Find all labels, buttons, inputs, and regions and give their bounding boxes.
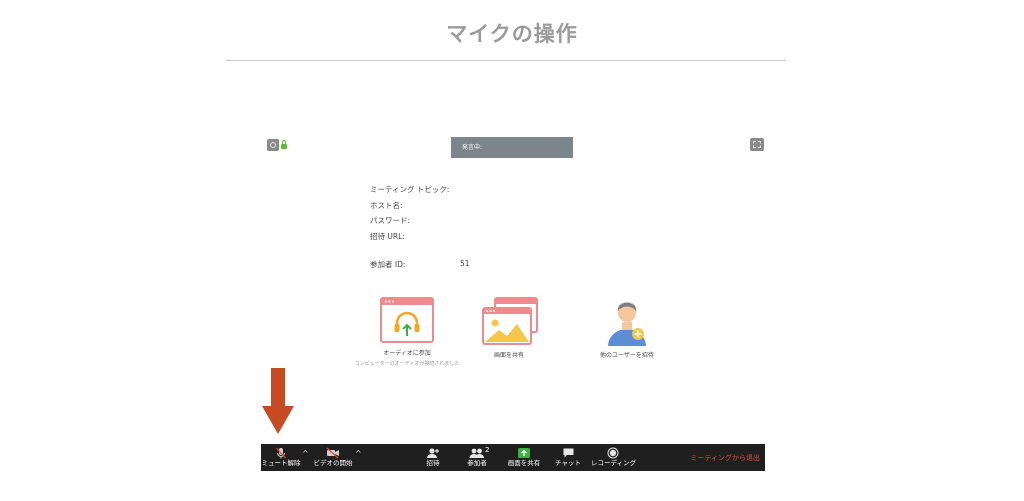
- fullscreen-icon[interactable]: [750, 138, 764, 151]
- info-icon[interactable]: [267, 139, 279, 151]
- topic-label: ミーティング トピック:: [370, 185, 450, 194]
- start-video-button[interactable]: ビデオの開始: [312, 444, 354, 471]
- invite-url-label: 招待 URL:: [370, 231, 405, 241]
- zoom-meeting-window: 発言中: ミーティング トピック: ホスト名: パスワード: 招待 URL: 参…: [261, 132, 765, 472]
- host-label: ホスト名:: [370, 200, 403, 210]
- password-label: パスワード:: [370, 216, 411, 225]
- chat-button[interactable]: チャット: [553, 444, 583, 471]
- share-arrow-icon: [518, 448, 530, 458]
- start-video-label: ビデオの開始: [313, 459, 353, 467]
- invite-icon: [427, 448, 439, 458]
- participant-id-value: 51: [460, 259, 470, 268]
- headphones-icon: [380, 297, 434, 343]
- participants-icon: [469, 448, 484, 458]
- record-icon: [607, 447, 619, 459]
- leave-meeting-button[interactable]: ミーティングから退出: [690, 453, 760, 463]
- title-divider: [226, 60, 786, 61]
- invite-others-label: 他のユーザーを招待: [600, 352, 654, 359]
- participants-label: 参加者: [467, 459, 487, 467]
- audio-options-chevron-up-icon[interactable]: ^: [302, 449, 309, 458]
- video-options-chevron-up-icon[interactable]: ^: [355, 449, 362, 458]
- invite-label: 招待: [426, 459, 440, 467]
- recording-button[interactable]: レコーディング: [591, 444, 637, 471]
- recording-label: レコーディング: [591, 459, 637, 467]
- speaking-indicator: 発言中:: [451, 137, 573, 158]
- join-audio-label: オーディオに参加: [383, 350, 431, 357]
- share-screen-icon: [482, 297, 538, 345]
- participants-count: 2: [485, 446, 490, 454]
- chat-label: チャット: [555, 459, 581, 467]
- add-user-icon: [608, 302, 646, 346]
- lock-icon: [281, 140, 287, 149]
- participant-id-label: 参加者 ID:: [370, 260, 406, 269]
- video-off-icon: [326, 447, 339, 459]
- share-screen-label: 画面を共有: [493, 352, 524, 359]
- mic-muted-icon: [276, 447, 286, 459]
- meeting-info: ミーティング トピック: ホスト名: パスワード: 招待 URL:: [370, 182, 449, 244]
- audio-connected-note: コンピューターのオーディオが接続されました: [354, 361, 460, 367]
- invite-others-tile[interactable]: 他のユーザーを招待: [585, 296, 669, 359]
- chat-icon: [563, 448, 573, 458]
- invite-button[interactable]: 招待: [421, 444, 445, 471]
- share-screen-button[interactable]: 画面を共有: [507, 444, 541, 471]
- down-arrow-icon: [262, 368, 294, 434]
- page-title: マイクの操作: [446, 22, 578, 46]
- share-screen-tile[interactable]: 画面を共有: [473, 296, 545, 359]
- unmute-button[interactable]: ミュート解除: [261, 444, 301, 471]
- share-screen-toolbar-label: 画面を共有: [507, 459, 541, 467]
- unmute-label: ミュート解除: [261, 459, 301, 467]
- join-audio-tile[interactable]: オーディオに参加 コンピューターのオーディオが接続されました: [349, 296, 465, 367]
- meeting-toolbar: ミュート解除 ^ ビデオの開始 ^ 招待 参加者 2 画面を共有 チャット レコ…: [261, 444, 765, 471]
